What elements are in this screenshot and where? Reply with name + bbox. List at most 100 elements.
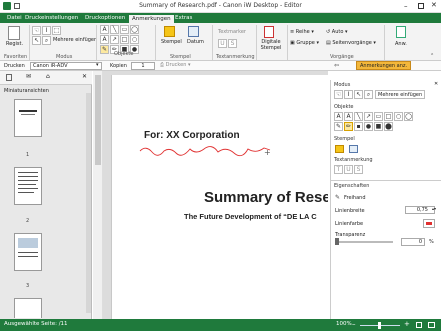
register-icon[interactable]	[8, 26, 20, 40]
zoom-icon[interactable]: ⌕	[42, 36, 51, 45]
thumbnail-page-4[interactable]	[14, 298, 42, 318]
transparenz-input[interactable]: 0	[401, 238, 425, 246]
freehand-annotation[interactable]: +	[138, 143, 278, 159]
circle-tool-icon[interactable]: ○	[130, 35, 139, 44]
textanmerkung-section-header[interactable]: Textanmerkung	[331, 157, 441, 164]
regist-button[interactable]: Regist.	[6, 41, 23, 47]
rectangle-tool-icon[interactable]: ▭	[120, 25, 129, 34]
printer-select[interactable]: Canon iR-ADV	[30, 62, 102, 70]
transparenz-slider[interactable]	[335, 241, 393, 243]
minimize-icon[interactable]: –	[404, 2, 408, 10]
tab-druckoptionen[interactable]: Druckoptionen	[82, 14, 128, 23]
strikethrough-icon[interactable]: S	[228, 39, 237, 48]
kopien-input[interactable]: 1	[131, 62, 155, 70]
apply-icon[interactable]	[396, 26, 406, 38]
document-scrollbar[interactable]	[93, 71, 103, 319]
zoom-in-icon[interactable]: +	[404, 320, 410, 328]
anmerkungen-toggle[interactable]: ⇦ Anmerkungen anz.	[330, 61, 441, 71]
arrow-tool-icon[interactable]: ↗	[364, 112, 373, 121]
ellipse-tool-icon[interactable]: ◯	[130, 25, 139, 34]
underline-icon[interactable]: U	[218, 39, 227, 48]
square-tool-icon[interactable]: □	[120, 35, 129, 44]
attachment-icon[interactable]: ⌂	[46, 73, 50, 80]
anmerkungen-button[interactable]: Anmerkungen anz.	[356, 61, 412, 70]
filled-square-tool-icon[interactable]: ■	[374, 122, 383, 131]
scroll-thumb[interactable]	[95, 75, 101, 165]
zoom-slider-handle[interactable]	[378, 322, 381, 329]
date-stamp-icon[interactable]	[188, 26, 199, 37]
thumbnail-page-2[interactable]	[14, 167, 42, 205]
objekte-section-header[interactable]: Objekte	[331, 104, 441, 111]
square-tool-icon[interactable]: □	[384, 112, 393, 121]
mehrere-einfuegen-button[interactable]: Mehrere einfügen	[375, 90, 426, 99]
select-object-icon[interactable]: ⬚	[52, 26, 61, 35]
hand-tool-icon[interactable]: ☜	[334, 90, 343, 99]
pen-tool-icon[interactable]: ✎	[334, 122, 343, 131]
tab-extras[interactable]: Extras	[172, 14, 195, 23]
drucken-button[interactable]: ⎙ Drucken ▾	[160, 62, 191, 68]
page-icon[interactable]	[6, 74, 12, 81]
select-object-icon[interactable]: ↖	[354, 90, 363, 99]
zoom-out-icon[interactable]: –	[352, 320, 356, 328]
stempel-button[interactable]: Stempel	[161, 39, 182, 45]
comment-icon[interactable]: ✉	[26, 73, 31, 80]
modus-section-header[interactable]: Modus	[331, 82, 441, 89]
fit-width-icon[interactable]	[428, 322, 435, 328]
transparenz-slider-handle[interactable]	[335, 238, 339, 245]
mehrere-einfuegen-button[interactable]: Mehrere einfügen	[53, 37, 97, 43]
select-text-icon[interactable]: I	[42, 26, 51, 35]
tab-anmerkungen[interactable]: Anmerkungen	[128, 14, 175, 23]
maximize-icon[interactable]	[418, 3, 424, 9]
panel-close-icon[interactable]: ✕	[434, 81, 438, 87]
pointer-icon[interactable]: ↖	[32, 36, 41, 45]
text-tool-icon[interactable]: A	[334, 112, 343, 121]
linienbreite-spin-icon[interactable]: ▴▾	[432, 206, 436, 211]
stamp-icon[interactable]	[335, 145, 344, 153]
stamp-icon[interactable]	[164, 26, 175, 37]
close-icon[interactable]: ✕	[431, 1, 437, 9]
text-tool-icon[interactable]: A	[100, 25, 109, 34]
document-page[interactable]: For: XX Corporation + Summary of Rese Th…	[111, 75, 328, 319]
textbox-tool-icon[interactable]: A	[100, 35, 109, 44]
text-marker-icon[interactable]: T	[334, 165, 343, 174]
anw-button[interactable]: Anw.	[395, 41, 407, 47]
printer-dropdown-icon[interactable]: ▾	[96, 62, 99, 68]
datum-button[interactable]: Datum	[187, 39, 204, 45]
select-text-icon[interactable]: I	[344, 90, 353, 99]
pen-tool-icon[interactable]: ✎	[100, 45, 109, 54]
back-icon[interactable]: ⇦	[334, 62, 339, 69]
linienfarbe-picker[interactable]	[423, 219, 435, 228]
textmarker-button[interactable]: Textmarker	[218, 29, 246, 35]
tab-druckeinstellungen[interactable]: Druckeinstellungen	[22, 14, 81, 23]
rectangle-tool-icon[interactable]: ▭	[374, 112, 383, 121]
gruppe-button[interactable]: ▣ Gruppe ▾	[290, 40, 319, 46]
filled-circle-tool-icon[interactable]: ●	[364, 122, 373, 131]
date-stamp-icon[interactable]	[349, 145, 358, 153]
digital-stamp-icon[interactable]	[264, 26, 274, 38]
highlighter-tool-icon[interactable]: ✏	[344, 122, 353, 131]
line-tool-icon[interactable]: ╲	[110, 25, 119, 34]
filled-rect-tool-icon[interactable]: ▪	[354, 122, 363, 131]
hand-tool-icon[interactable]: ☜	[32, 26, 41, 35]
panel-close-icon[interactable]: ✕	[82, 73, 87, 80]
textbox-tool-icon[interactable]: A	[344, 112, 353, 121]
seitenvorgaenge-button[interactable]: ▤ Seitenvorgänge ▾	[326, 40, 376, 46]
filled-ellipse-tool-icon[interactable]: ⬤	[384, 122, 393, 131]
underline-icon[interactable]: U	[344, 165, 353, 174]
linienbreite-input[interactable]: 0,75	[405, 206, 435, 214]
zoom-icon[interactable]: ⌕	[364, 90, 373, 99]
auto-button[interactable]: ↺ Auto ▾	[326, 29, 348, 35]
strikethrough-icon[interactable]: S	[354, 165, 363, 174]
thumbnail-page-3[interactable]	[14, 233, 42, 271]
circle-tool-icon[interactable]: ◯	[404, 112, 413, 121]
arrow-tool-icon[interactable]: ↗	[110, 35, 119, 44]
reihe-button[interactable]: ≡ Reihe ▾	[290, 29, 314, 35]
ribbon-collapse-icon[interactable]: ⌃	[430, 53, 434, 59]
fit-page-icon[interactable]	[416, 322, 422, 328]
thumbnail-scroll[interactable]	[86, 93, 91, 313]
line-tool-icon[interactable]: ╲	[354, 112, 363, 121]
stempel-section-header[interactable]: Stempel	[331, 136, 441, 143]
thumbnail-page-1[interactable]	[14, 99, 42, 137]
digitale-stempel-button[interactable]: Digitale Stempel	[258, 39, 284, 51]
ellipse-tool-icon[interactable]: ○	[394, 112, 403, 121]
